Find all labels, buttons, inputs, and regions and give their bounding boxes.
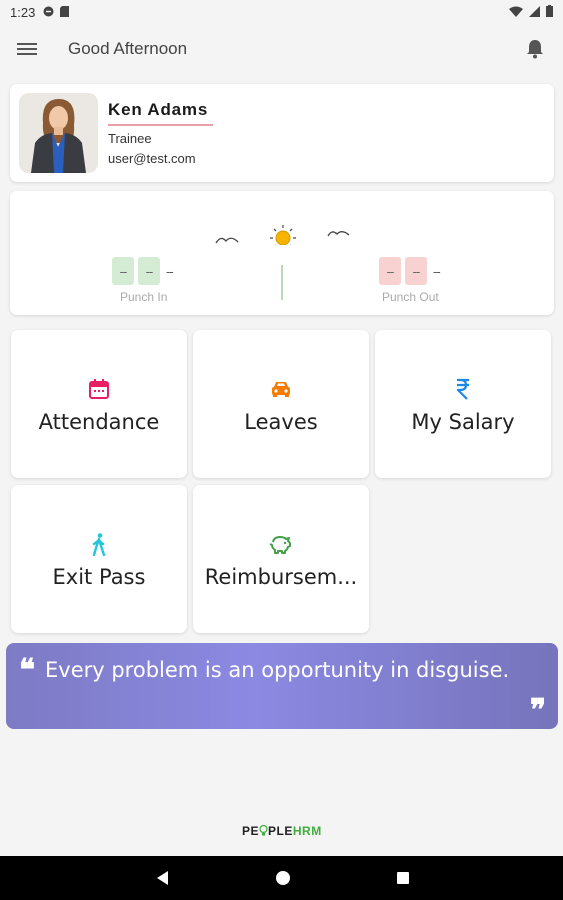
tile-my-salary[interactable]: My Salary — [375, 330, 551, 478]
rupee-icon — [451, 377, 475, 401]
tile-label-exit-pass: Exit Pass — [52, 565, 146, 589]
punch-in-hour-box: -- — [112, 257, 134, 285]
punch-out-hour-box: -- — [379, 257, 401, 285]
punch-out-minute-box: -- — [405, 257, 427, 285]
tile-attendance[interactable]: Attendance — [11, 330, 187, 478]
recent-apps-icon[interactable] — [395, 870, 411, 886]
sd-card-notification-icon — [60, 5, 70, 20]
punch-in-time: -- -- -- — [112, 257, 174, 285]
profile-card[interactable]: Ken Adams Trainee user@test.com — [10, 84, 554, 182]
brand-bulb-icon — [259, 824, 268, 836]
piggy-bank-icon — [269, 532, 293, 556]
bird-left-icon — [215, 237, 239, 244]
quote-card: ❝ Every problem is an opportunity in dis… — [6, 643, 558, 729]
tile-label-reimbursement: Reimbursem... — [204, 565, 358, 589]
punch-out-label: Punch Out — [382, 290, 439, 304]
punch-out-suffix: -- — [433, 263, 441, 279]
weather-illustration — [210, 205, 360, 251]
calendar-icon — [87, 377, 111, 401]
hamburger-menu-icon[interactable] — [17, 40, 37, 60]
notification-bell-icon[interactable] — [526, 39, 544, 59]
status-time: 1:23 — [10, 4, 36, 20]
home-icon[interactable] — [275, 870, 291, 886]
system-navigation-bar — [0, 856, 563, 900]
car-icon — [269, 377, 293, 401]
punch-card: -- -- -- Punch In -- -- -- Punch Out — [10, 191, 554, 315]
punch-divider — [281, 265, 283, 300]
status-bar: 1:23 — [0, 0, 563, 24]
sun-icon — [270, 225, 296, 251]
signal-icon — [529, 5, 540, 20]
punch-out-time: -- -- -- — [379, 257, 441, 285]
brand-logo: PE PLEHRM — [242, 824, 322, 838]
open-quote-icon: ❝ — [19, 653, 36, 688]
profile-email: user@test.com — [108, 151, 196, 166]
name-underline — [108, 124, 213, 126]
punch-in-minute-box: -- — [138, 257, 160, 285]
back-icon[interactable] — [155, 870, 171, 886]
app-bar: Good Afternoon — [0, 24, 563, 76]
walking-person-icon — [87, 532, 111, 557]
profile-name: Ken Adams — [108, 100, 209, 119]
avatar — [19, 93, 98, 173]
profile-role: Trainee — [108, 131, 152, 146]
sync-notification-icon — [43, 5, 54, 20]
punch-in-label: Punch In — [120, 290, 168, 304]
tile-label-attendance: Attendance — [38, 410, 160, 434]
punch-in-suffix: -- — [166, 263, 174, 279]
tile-label-my-salary: My Salary — [411, 410, 515, 434]
wifi-icon — [509, 5, 523, 20]
quote-text: Every problem is an opportunity in disgu… — [45, 658, 510, 682]
bird-right-icon — [327, 231, 350, 237]
tile-reimbursement[interactable]: Reimbursem... — [193, 485, 369, 633]
tile-exit-pass[interactable]: Exit Pass — [11, 485, 187, 633]
battery-icon — [546, 4, 553, 20]
page-title: Good Afternoon — [68, 39, 188, 58]
close-quote-icon: ❞ — [529, 693, 546, 728]
tile-leaves[interactable]: Leaves — [193, 330, 369, 478]
tile-label-leaves: Leaves — [244, 410, 318, 434]
